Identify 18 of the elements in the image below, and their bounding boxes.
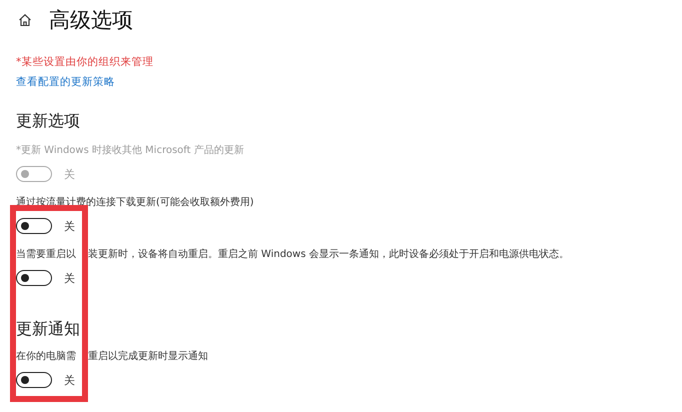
section-heading: 更新选项 xyxy=(16,110,81,132)
toggle-switch[interactable] xyxy=(16,270,52,286)
option-label: 重启以完成更新时显示通知 xyxy=(88,350,208,364)
section-heading: 更新通知 xyxy=(16,318,81,340)
toggle-state: 关 xyxy=(64,372,75,388)
option-label: 在你的电脑需 xyxy=(16,350,76,364)
option-label: 装更新时，设备将自动重启。重启之前 Windows 会显示一条通知，此时设备必须处于开启和电源供电状态。 xyxy=(88,248,569,262)
toggle-switch[interactable] xyxy=(16,218,52,234)
toggle-state: 关 xyxy=(64,218,75,234)
option-label: *更新 Windows 时接收其他 Microsoft 产品的更新 xyxy=(16,144,244,158)
toggle-state: 关 xyxy=(64,270,75,286)
policy-link[interactable]: 查看配置的更新策略 xyxy=(16,74,115,90)
toggle-state: 关 xyxy=(64,166,75,182)
managed-notice: *某些设置由你的组织来管理 xyxy=(16,55,154,70)
option-label: 当需要重启以 xyxy=(16,248,76,262)
toggle-switch[interactable] xyxy=(16,372,52,388)
page-title: 高级选项 xyxy=(49,7,133,34)
home-icon[interactable] xyxy=(18,13,32,27)
